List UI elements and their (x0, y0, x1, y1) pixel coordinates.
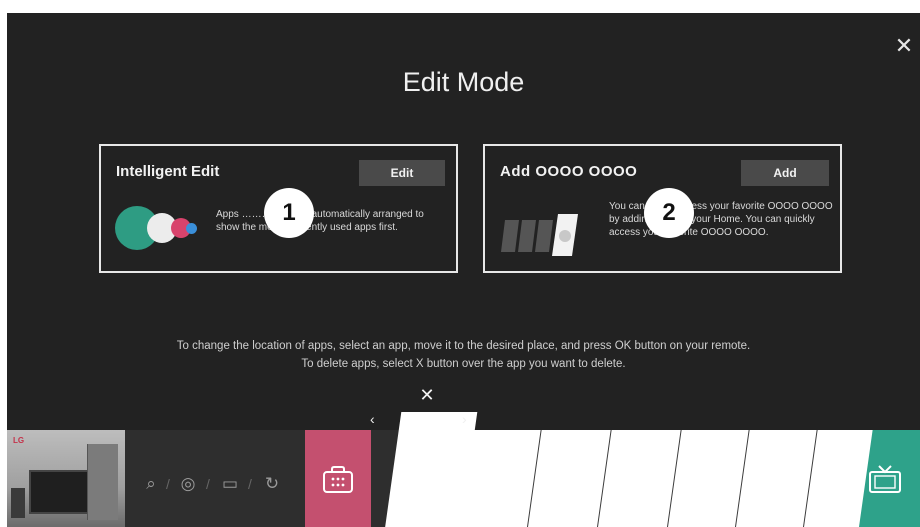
add-favorites-card: Add OOOO OOOO Add You can easily access … (483, 144, 842, 273)
screen: ✕ Edit Mode Intelligent Edit Edit Apps …… (0, 0, 920, 527)
search-icon[interactable]: ⌕ (141, 474, 161, 494)
intelligent-edit-description: Apps …………… are automatically arranged to… (216, 209, 424, 233)
nav-separator: / (206, 476, 210, 492)
edit-mode-panel: ✕ Edit Mode Intelligent Edit Edit Apps …… (7, 13, 920, 527)
intelligent-edit-card: Intelligent Edit Edit Apps …………… are aut… (99, 144, 458, 273)
delete-app-icon[interactable]: ✕ (417, 385, 437, 405)
input-monitor-icon[interactable]: ▭ (220, 474, 240, 494)
recent-history-icon[interactable]: ↻ (262, 474, 282, 494)
speaker-picture (11, 488, 25, 518)
page-title: Edit Mode (402, 67, 525, 97)
callout-badge-1: 1 (264, 188, 314, 238)
move-left-icon[interactable]: ‹ (370, 411, 375, 427)
lg-logo: LG (13, 436, 25, 445)
close-icon[interactable]: ✕ (891, 33, 917, 59)
instruction-move-apps: To change the location of apps, select a… (176, 340, 751, 352)
move-right-icon[interactable]: › (462, 411, 467, 427)
callout-badge-2: 2 (644, 188, 694, 238)
nav-separator: / (248, 476, 252, 492)
shopping-bag-icon (323, 466, 353, 493)
selected-app-tile[interactable] (385, 412, 478, 527)
instruction-delete-apps: To delete apps, select X button over the… (301, 358, 626, 370)
add-favorites-title: Add OOOO OOOO (500, 163, 638, 180)
lg-content-store-tile[interactable] (305, 430, 371, 527)
fridge-picture (87, 444, 118, 520)
tiles-illustration (501, 214, 578, 256)
edit-button[interactable]: Edit (359, 160, 445, 186)
tv-icon (869, 465, 901, 493)
home-camera-icon[interactable]: ◎ (178, 474, 198, 494)
tv-picture (29, 470, 89, 514)
add-favorites-description: You can easily access your favorite OOOO… (609, 201, 833, 238)
intelligent-edit-title: Intelligent Edit (116, 163, 220, 180)
add-button[interactable]: Add (741, 160, 829, 186)
nav-separator: / (166, 476, 170, 492)
tv-preview-thumbnail[interactable]: LG (7, 430, 125, 527)
